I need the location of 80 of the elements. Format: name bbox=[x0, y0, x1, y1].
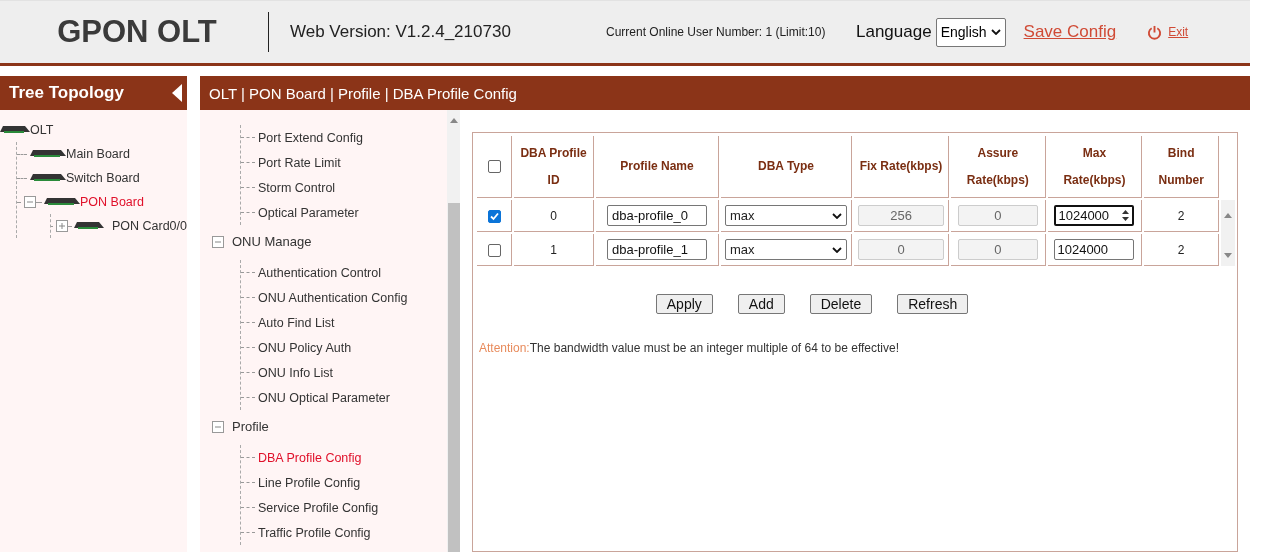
checkbox[interactable] bbox=[487, 209, 501, 223]
scrollbar-thumb[interactable] bbox=[447, 203, 460, 552]
menu-item[interactable]: ONU Info List bbox=[258, 365, 334, 380]
column-header: Fix Rate(kbps) bbox=[854, 136, 950, 198]
checkbox[interactable] bbox=[487, 243, 501, 257]
scrollbar[interactable] bbox=[1221, 200, 1235, 266]
tree-item[interactable]: Main Board bbox=[66, 147, 130, 161]
menu-item[interactable]: Service Profile Config bbox=[258, 500, 379, 515]
column-header: Bind Number bbox=[1144, 136, 1219, 198]
table-cell: 0 bbox=[514, 200, 594, 232]
column-header: Assure Rate(kbps) bbox=[951, 136, 1046, 198]
menu-group[interactable]: ONU Manage bbox=[232, 234, 312, 249]
menu-item[interactable]: DBA Profile Config bbox=[258, 450, 362, 465]
device-icon bbox=[44, 198, 80, 206]
profile-name-field[interactable]: dba-profile_1 bbox=[607, 239, 707, 260]
menu-item[interactable]: Auto Find List bbox=[258, 315, 335, 330]
scroll-up-icon[interactable] bbox=[449, 118, 458, 123]
online-user-count: Current Online User Number: 1 (Limit:10) bbox=[606, 25, 827, 39]
max-rate-field[interactable]: 1024000 bbox=[1054, 205, 1135, 226]
scrollbar[interactable] bbox=[447, 110, 460, 552]
attention-note: Attention:The bandwidth value must be an integer multiple of 64 to be effective! bbox=[479, 341, 901, 355]
action-button[interactable]: Delete bbox=[809, 294, 873, 314]
language-select[interactable]: English bbox=[935, 17, 1006, 47]
menu-item[interactable]: Authentication Control bbox=[258, 265, 381, 280]
column-header: Profile Name bbox=[595, 136, 720, 198]
web-version: Web Version: V1.2.4_210730 bbox=[290, 22, 512, 42]
assure-rate-field: 0 bbox=[957, 205, 1038, 226]
assure-rate-field: 0 bbox=[957, 239, 1038, 260]
tree-item[interactable]: OLT bbox=[30, 123, 54, 137]
fix-rate-field: 0 bbox=[858, 239, 945, 260]
tree-item[interactable]: Switch Board bbox=[66, 171, 140, 185]
sidebar-title: Tree Topology bbox=[8, 83, 125, 103]
action-button[interactable]: Refresh bbox=[897, 294, 969, 314]
collapse-toggle[interactable] bbox=[212, 420, 224, 433]
power-icon[interactable] bbox=[1147, 24, 1163, 40]
column-header: DBA Type bbox=[721, 136, 853, 198]
tree-item[interactable]: PON Card0/0 bbox=[111, 219, 187, 233]
expand-toggle[interactable] bbox=[56, 220, 69, 232]
save-config-link[interactable]: Save Config bbox=[1023, 22, 1117, 42]
table-cell: 2 bbox=[1144, 200, 1219, 232]
action-button[interactable]: Add bbox=[737, 294, 785, 314]
table-cell: 1 bbox=[514, 234, 594, 266]
device-icon bbox=[30, 150, 66, 158]
collapse-toggle[interactable] bbox=[24, 196, 36, 208]
logo: GPON OLT bbox=[56, 14, 218, 50]
menu-item[interactable]: Traffic Profile Config bbox=[258, 525, 371, 540]
checkbox[interactable] bbox=[487, 160, 501, 174]
column-header: Max Rate(kbps) bbox=[1047, 136, 1143, 198]
scroll-down-icon[interactable] bbox=[1224, 253, 1232, 258]
caret-icon bbox=[832, 212, 843, 219]
device-icon bbox=[30, 174, 66, 182]
menu-item[interactable]: ONU Optical Parameter bbox=[258, 390, 390, 405]
collapse-toggle[interactable] bbox=[212, 235, 224, 248]
tree-item[interactable]: PON Board bbox=[80, 195, 144, 209]
menu-item[interactable]: Port Rate Limit bbox=[258, 155, 341, 170]
collapse-icon[interactable] bbox=[172, 84, 182, 102]
caret-icon bbox=[832, 246, 843, 253]
menu-item[interactable]: Port Extend Config bbox=[258, 130, 363, 145]
menu-item[interactable]: ONU Policy Auth bbox=[258, 340, 352, 355]
fix-rate-field: 256 bbox=[858, 205, 945, 226]
exit-link[interactable]: Exit bbox=[1168, 25, 1189, 39]
profile-name-field[interactable]: dba-profile_0 bbox=[607, 205, 707, 226]
max-rate-field[interactable]: 1024000 bbox=[1054, 239, 1135, 260]
table-cell: 2 bbox=[1144, 234, 1219, 266]
menu-item[interactable]: Optical Parameter bbox=[258, 205, 359, 220]
scroll-up-icon[interactable] bbox=[1224, 213, 1232, 218]
language-label: Language bbox=[856, 22, 932, 42]
spinner-icon[interactable] bbox=[1121, 209, 1131, 222]
column-header: DBA Profile ID bbox=[514, 136, 594, 198]
action-button[interactable]: Apply bbox=[655, 294, 713, 314]
device-icon bbox=[0, 126, 30, 134]
dba-type-select[interactable]: max bbox=[725, 205, 848, 226]
breadcrumb: OLT | PON Board | Profile | DBA Profile Config bbox=[208, 84, 517, 102]
caret-icon bbox=[990, 29, 1001, 35]
menu-item[interactable]: Storm Control bbox=[258, 180, 336, 195]
menu-item[interactable]: Line Profile Config bbox=[258, 475, 361, 490]
menu-item[interactable]: ONU Authentication Config bbox=[258, 290, 408, 305]
dba-type-select[interactable]: max bbox=[725, 239, 848, 260]
menu-group[interactable]: Profile bbox=[232, 419, 269, 434]
device-icon bbox=[73, 222, 104, 230]
